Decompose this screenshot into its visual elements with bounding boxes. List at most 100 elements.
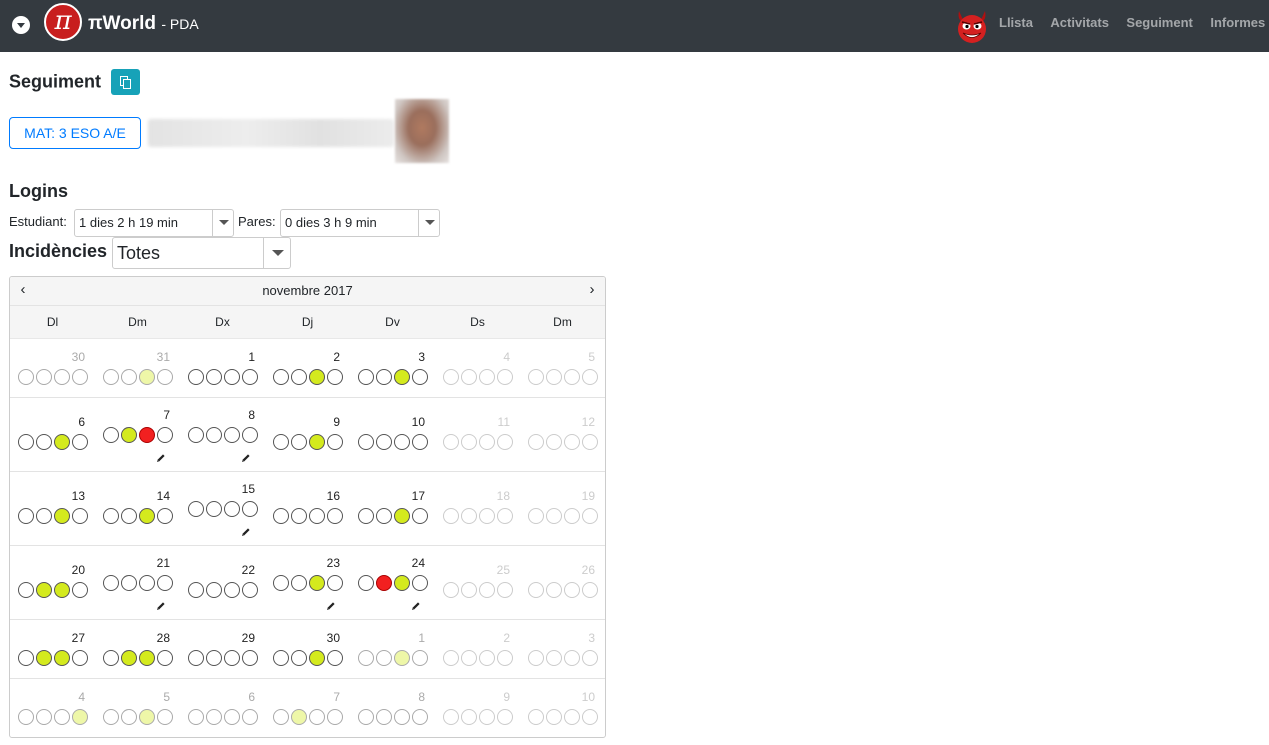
- status-dot-empty: [546, 369, 562, 385]
- group-button[interactable]: MAT: 3 ESO A/E: [9, 117, 141, 149]
- calendar-day[interactable]: 30: [265, 620, 350, 679]
- status-dot-empty: [273, 369, 289, 385]
- status-dot-empty: [376, 434, 392, 450]
- day-number: 7: [333, 690, 340, 704]
- calendar-day[interactable]: 5: [95, 679, 180, 737]
- status-dot-empty: [273, 434, 289, 450]
- calendar-day[interactable]: 30: [10, 339, 95, 398]
- calendar-day[interactable]: 8: [350, 679, 435, 737]
- calendar-day[interactable]: 14: [95, 472, 180, 546]
- status-dot-empty: [54, 709, 70, 725]
- status-dot-empty: [358, 575, 374, 591]
- status-dots: [18, 434, 88, 450]
- day-number: 3: [588, 631, 595, 645]
- status-dot-empty: [242, 582, 258, 598]
- pencil-icon[interactable]: [241, 524, 251, 536]
- calendar-day[interactable]: 31: [95, 339, 180, 398]
- day-number: 25: [496, 563, 510, 577]
- status-dot-empty: [461, 508, 477, 524]
- status-dot-empty: [103, 369, 119, 385]
- status-dots: [188, 427, 258, 443]
- status-dot-empty: [376, 369, 392, 385]
- calendar-day[interactable]: 4: [10, 679, 95, 737]
- status-dot-empty: [224, 582, 240, 598]
- calendar-day[interactable]: 1: [180, 339, 265, 398]
- status-dot-empty: [528, 434, 544, 450]
- devil-avatar-icon[interactable]: [953, 7, 991, 45]
- calendar-day[interactable]: 12: [520, 398, 605, 472]
- calendar-day[interactable]: 11: [435, 398, 520, 472]
- incidencies-select[interactable]: Totes: [112, 237, 291, 269]
- status-dot-empty: [412, 434, 428, 450]
- calendar-day[interactable]: 22: [180, 546, 265, 620]
- calendar-day[interactable]: 10: [350, 398, 435, 472]
- pencil-icon[interactable]: [326, 598, 336, 610]
- title-row: Seguiment: [9, 69, 141, 95]
- calendar-day[interactable]: 3: [350, 339, 435, 398]
- day-number: 1: [248, 350, 255, 364]
- status-dot-empty: [376, 709, 392, 725]
- calendar-day[interactable]: 15: [180, 472, 265, 546]
- calendar-day[interactable]: 9: [435, 679, 520, 737]
- calendar-day[interactable]: 27: [10, 620, 95, 679]
- calendar-day[interactable]: 10: [520, 679, 605, 737]
- calendar-day[interactable]: 19: [520, 472, 605, 546]
- status-dot-empty: [412, 369, 428, 385]
- calendar-day[interactable]: 28: [95, 620, 180, 679]
- calendar-day[interactable]: 24: [350, 546, 435, 620]
- copy-button[interactable]: [111, 69, 141, 95]
- calendar-day[interactable]: 6: [10, 398, 95, 472]
- day-number: 2: [503, 631, 510, 645]
- status-dot-green: [54, 650, 70, 666]
- status-dot-empty: [273, 709, 289, 725]
- calendar-day[interactable]: 2: [435, 620, 520, 679]
- day-number: 15: [241, 482, 255, 496]
- nav-link-activitats[interactable]: Activitats: [1050, 15, 1109, 30]
- next-month-button[interactable]: ›: [580, 277, 604, 305]
- student-photo: [395, 99, 449, 163]
- status-dot-empty: [479, 650, 495, 666]
- weekday-label: Dv: [385, 315, 400, 329]
- brand[interactable]: πWorld - PDA: [88, 13, 199, 35]
- calendar-day[interactable]: 6: [180, 679, 265, 737]
- calendar-day[interactable]: 3: [520, 620, 605, 679]
- pencil-icon[interactable]: [411, 598, 421, 610]
- calendar-day[interactable]: 23: [265, 546, 350, 620]
- calendar-day[interactable]: 5: [520, 339, 605, 398]
- menu-toggle-icon[interactable]: [12, 16, 30, 34]
- status-dot-empty: [443, 709, 459, 725]
- prev-month-button[interactable]: ‹: [11, 277, 35, 305]
- calendar-day[interactable]: 29: [180, 620, 265, 679]
- nav-link-informes[interactable]: Informes: [1210, 15, 1265, 30]
- pi-logo[interactable]: π: [44, 3, 82, 41]
- status-dot-empty: [327, 575, 343, 591]
- calendar-day[interactable]: 8: [180, 398, 265, 472]
- status-dot-empty: [582, 709, 598, 725]
- calendar-day[interactable]: 20: [10, 546, 95, 620]
- status-dot-empty: [291, 434, 307, 450]
- status-dot-empty: [528, 369, 544, 385]
- calendar-day[interactable]: 13: [10, 472, 95, 546]
- pencil-icon[interactable]: [156, 598, 166, 610]
- calendar-day[interactable]: 4: [435, 339, 520, 398]
- pencil-icon[interactable]: [241, 450, 251, 462]
- day-number: 16: [326, 489, 340, 503]
- nav-link-seguiment[interactable]: Seguiment: [1126, 15, 1192, 30]
- calendar-day[interactable]: 9: [265, 398, 350, 472]
- calendar-day[interactable]: 17: [350, 472, 435, 546]
- status-dot-empty: [546, 650, 562, 666]
- calendar-day[interactable]: 1: [350, 620, 435, 679]
- parents-login-select[interactable]: 0 dies 3 h 9 min: [280, 209, 440, 237]
- calendar-day[interactable]: 26: [520, 546, 605, 620]
- calendar-day[interactable]: 21: [95, 546, 180, 620]
- calendar-day[interactable]: 25: [435, 546, 520, 620]
- calendar-day[interactable]: 2: [265, 339, 350, 398]
- calendar-day[interactable]: 18: [435, 472, 520, 546]
- nav-link-llista[interactable]: Llista: [999, 15, 1033, 30]
- calendar-day[interactable]: 16: [265, 472, 350, 546]
- calendar-day[interactable]: 7: [95, 398, 180, 472]
- pencil-icon[interactable]: [156, 450, 166, 462]
- student-login-select[interactable]: 1 dies 2 h 19 min: [74, 209, 234, 237]
- status-dots: [188, 582, 258, 598]
- calendar-day[interactable]: 7: [265, 679, 350, 737]
